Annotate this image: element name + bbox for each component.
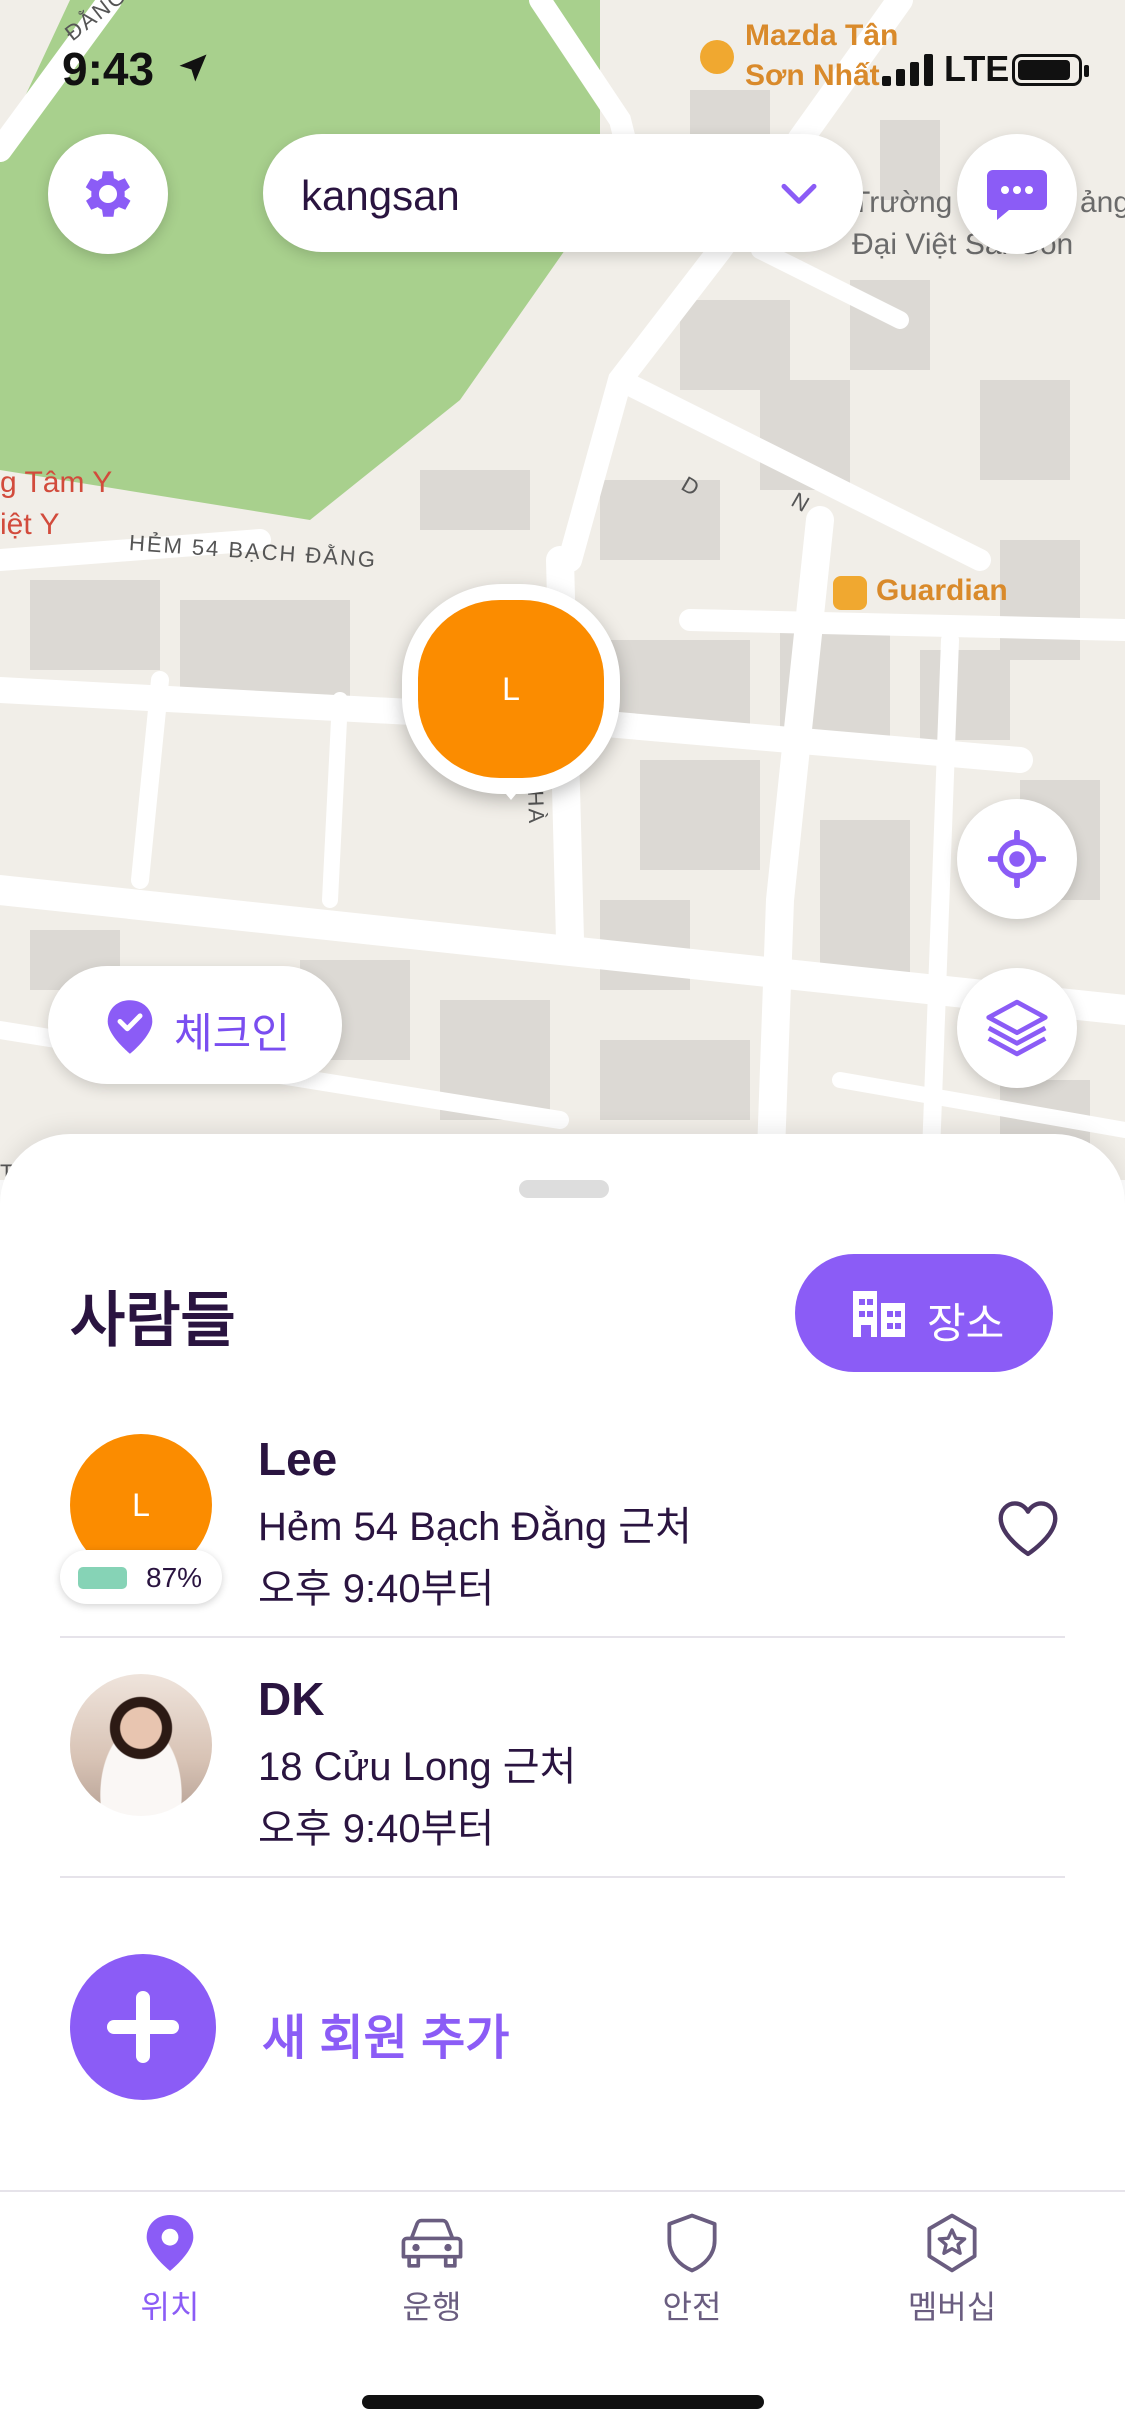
gear-icon xyxy=(85,171,131,217)
marker-avatar: L xyxy=(418,600,604,778)
heart-icon[interactable] xyxy=(994,1498,1062,1558)
tab-label: 멤버십 xyxy=(907,2289,997,2325)
member-list-item[interactable]: DK 18 Cửu Long 근처 오후 9:40부터 xyxy=(0,1650,1125,1890)
location-arrow-icon xyxy=(179,54,207,82)
sheet-drag-handle[interactable] xyxy=(519,1180,609,1198)
map-poi-truong: Trường xyxy=(852,186,953,219)
battery-badge: 87% xyxy=(60,1550,222,1604)
map-poi-truong-suffix: ảng xyxy=(1080,186,1125,219)
tab-label: 안전 xyxy=(662,2289,722,2325)
add-member-button[interactable]: 새 회원 추가 xyxy=(0,1942,1125,2112)
signal-icon xyxy=(882,54,933,86)
avatar xyxy=(70,1674,212,1816)
tab-label: 위치 xyxy=(140,2289,200,2325)
tab-location[interactable]: 위치 xyxy=(70,2212,270,2352)
chevron-down-icon xyxy=(781,183,817,204)
crosshair-icon xyxy=(988,830,1046,888)
tab-membership[interactable]: 멤버십 xyxy=(852,2212,1052,2352)
member-name: Lee xyxy=(258,1433,338,1485)
checkin-button[interactable]: 체크인 xyxy=(48,966,342,1084)
battery-icon xyxy=(1012,54,1089,86)
map-view[interactable]: ĐẰNG V Mazda Tân Sơn Nhất Trường ảng Đại… xyxy=(0,0,1125,1180)
map-layers-button[interactable] xyxy=(957,968,1077,1088)
places-button[interactable]: 장소 xyxy=(795,1254,1053,1372)
tab-label: 운행 xyxy=(402,2289,462,2325)
marker-pointer xyxy=(496,782,526,800)
member-map-marker[interactable]: L xyxy=(402,584,620,816)
location-pin-icon xyxy=(146,2215,194,2271)
building-icon xyxy=(853,1291,905,1337)
divider xyxy=(60,1636,1065,1638)
member-since: 오후 9:40부터 xyxy=(258,1807,495,1851)
sheet-title: 사람들 xyxy=(70,1287,236,1354)
add-member-label: 새 회원 추가 xyxy=(262,2012,510,2065)
tab-drive[interactable]: 운행 xyxy=(332,2212,532,2352)
chat-bubble-icon xyxy=(987,170,1047,220)
map-poi-viet-y: iệt Y xyxy=(0,508,60,541)
circle-selector-dropdown[interactable]: kangsan xyxy=(263,134,863,252)
map-poi-tam-y: g Tâm Y xyxy=(0,466,113,499)
status-time: 9:43 xyxy=(62,43,155,95)
checkin-label: 체크인 xyxy=(174,1010,290,1057)
tab-safety[interactable]: 안전 xyxy=(592,2212,792,2352)
settings-button[interactable] xyxy=(48,134,168,254)
plus-icon xyxy=(70,1954,216,2100)
battery-level-icon xyxy=(78,1567,127,1589)
car-icon xyxy=(401,2218,463,2268)
shop-icon xyxy=(833,576,867,610)
member-name: DK xyxy=(258,1673,325,1725)
map-poi-guardian: Guardian xyxy=(876,574,1008,607)
status-bar: 9:43 LTE xyxy=(0,0,1125,140)
layers-icon xyxy=(986,999,1048,1057)
places-label: 장소 xyxy=(927,1300,1005,1347)
member-address: 18 Cửu Long 근처 xyxy=(258,1745,577,1789)
divider xyxy=(60,1876,1065,1878)
checkin-pin-icon xyxy=(107,1000,153,1054)
home-indicator xyxy=(362,2395,764,2409)
member-list-item[interactable]: L 87% Lee Hẻm 54 Bạch Đằng 근처 오후 9:40부터 xyxy=(0,1410,1125,1650)
shield-icon xyxy=(667,2213,717,2273)
member-since: 오후 9:40부터 xyxy=(258,1567,495,1611)
member-address: Hẻm 54 Bạch Đằng 근처 xyxy=(258,1505,692,1549)
battery-percent: 87% xyxy=(146,1562,203,1593)
network-type: LTE xyxy=(944,48,1010,89)
circle-name: kangsan xyxy=(301,172,460,219)
recenter-location-button[interactable] xyxy=(957,799,1077,919)
chat-button[interactable] xyxy=(957,134,1077,254)
star-badge-icon xyxy=(927,2213,977,2273)
